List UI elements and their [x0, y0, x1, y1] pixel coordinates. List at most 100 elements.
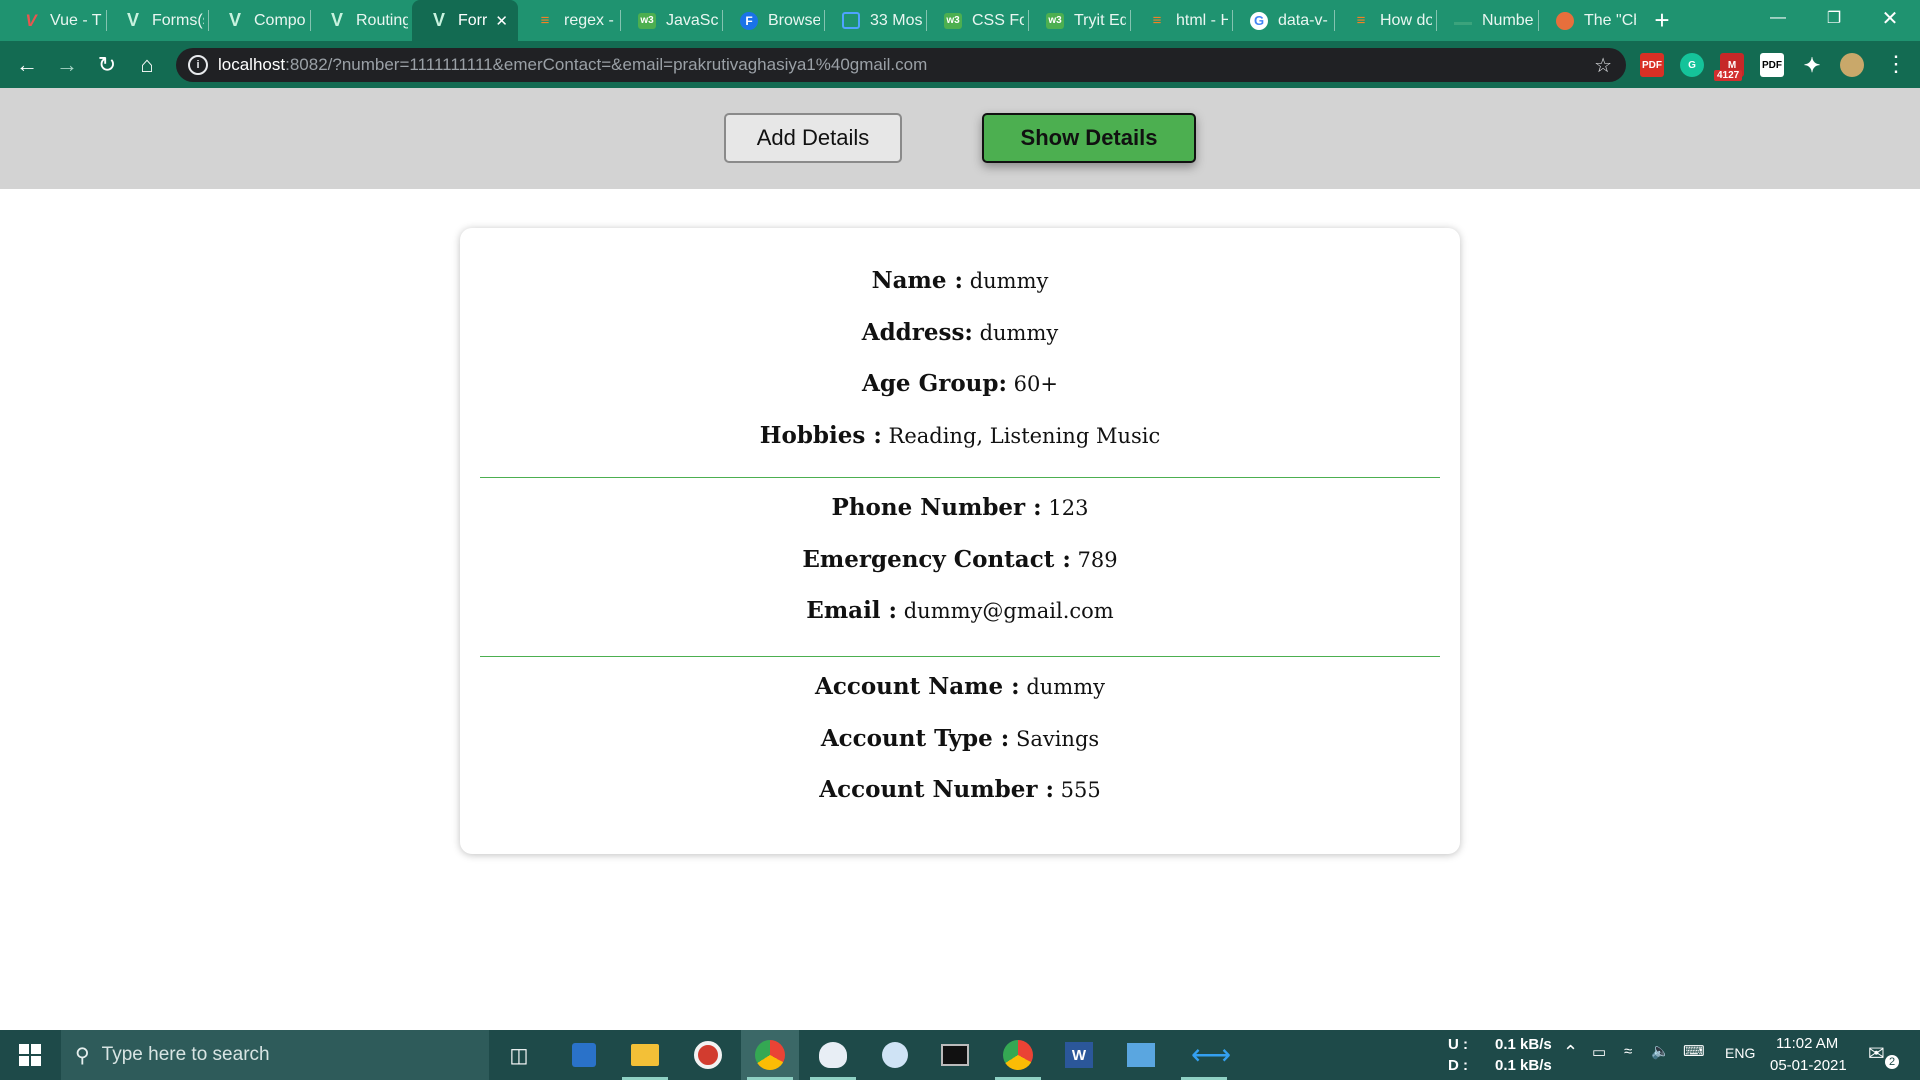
browser-menu-icon[interactable]: ⋮: [1885, 51, 1907, 77]
browser-tab[interactable]: V Vue - Tl: [4, 0, 106, 41]
detail-value: 60+: [1013, 372, 1058, 396]
grammarly-icon[interactable]: G: [1680, 53, 1704, 77]
terminal-icon[interactable]: [926, 1030, 984, 1080]
browser-tab[interactable]: w3 CSS For: [926, 0, 1028, 41]
search-icon: ⚲: [75, 1044, 90, 1067]
chrome-taskbar-icon[interactable]: [741, 1030, 799, 1080]
show-details-button[interactable]: Show Details: [982, 113, 1196, 163]
media-player-icon[interactable]: [679, 1030, 737, 1080]
google-icon: G: [1250, 11, 1268, 30]
detail-value: 789: [1077, 547, 1118, 572]
f-icon: F: [740, 11, 758, 30]
detail-label: Emergency Contact :: [802, 545, 1071, 573]
restore-button[interactable]: ❐: [1806, 0, 1862, 36]
net-down-value: 0.1 kB/s: [1495, 1057, 1552, 1074]
add-details-button[interactable]: Add Details: [724, 113, 902, 163]
tab-title: How do: [1380, 11, 1432, 29]
file-explorer-icon[interactable]: [616, 1030, 674, 1080]
stackoverflow-icon: ≡: [1356, 12, 1366, 29]
detail-value: dummy: [969, 269, 1049, 293]
browser-tab[interactable]: V Routing: [310, 0, 412, 41]
tab-title: Forr: [458, 11, 488, 29]
language-indicator[interactable]: ENG: [1725, 1045, 1755, 1061]
chrome-profile-taskbar-icon[interactable]: [989, 1030, 1047, 1080]
tab-title: regex -: [564, 11, 614, 29]
bookmark-star-icon[interactable]: ☆: [1594, 53, 1612, 78]
word-icon[interactable]: W: [1050, 1030, 1108, 1080]
pdf-tool-icon[interactable]: PDF: [1760, 53, 1784, 77]
tab-title: JavaScri: [666, 11, 718, 29]
tab-title: CSS For: [972, 11, 1024, 29]
notification-icon[interactable]: ✉: [1868, 1041, 1885, 1066]
clock-time[interactable]: 11:02 AM: [1776, 1035, 1838, 1052]
profile-avatar[interactable]: [1840, 53, 1864, 77]
detail-row: Account Number : 555: [480, 775, 1440, 805]
new-tab-button[interactable]: +: [1640, 0, 1684, 41]
vscode-icon[interactable]: ⟷: [1175, 1030, 1233, 1080]
address-bar[interactable]: i localhost:8082/?number=1111111111&emer…: [176, 48, 1626, 82]
detail-value: Reading, Listening Music: [888, 423, 1161, 448]
tab-title: Forms(s: [152, 11, 204, 29]
net-down-label: D :: [1448, 1057, 1468, 1074]
browser-tab[interactable]: w3 JavaScri: [620, 0, 722, 41]
browser-tab[interactable]: w3 Tryit Ed: [1028, 0, 1130, 41]
tab-title: html - H: [1176, 11, 1228, 29]
vue-icon: V: [228, 10, 241, 30]
detail-row: Hobbies : Reading, Listening Music: [480, 421, 1440, 451]
site-info-icon[interactable]: i: [188, 55, 208, 75]
task-view-icon[interactable]: ◫: [490, 1030, 548, 1080]
browser-tab[interactable]: ≡ regex -: [518, 0, 620, 41]
tab-list: V Vue - Tl V Forms(s V Compo V Routing V Forr ✕ ≡ re…: [4, 0, 1640, 41]
keyboard-icon[interactable]: ⌨: [1683, 1042, 1705, 1060]
browser-tab[interactable]: 33 Mos: [824, 0, 926, 41]
volume-icon[interactable]: 🔈: [1651, 1042, 1670, 1060]
tab-title: Compo: [254, 11, 306, 29]
extensions-puzzle-icon[interactable]: ✦: [1800, 53, 1824, 77]
browser-tab[interactable]: F Browse: [722, 0, 824, 41]
home-icon[interactable]: ⌂: [127, 45, 167, 85]
detail-label: Name :: [871, 267, 964, 294]
control-panel-icon[interactable]: [1112, 1030, 1170, 1080]
browser-tab-strip: V Vue - Tl V Forms(s V Compo V Routing V Forr ✕ ≡ re…: [0, 0, 1920, 41]
reload-icon[interactable]: ↻: [87, 45, 127, 85]
browser-tab[interactable]: ≡ How do: [1334, 0, 1436, 41]
browser-tab[interactable]: Numbe: [1436, 0, 1538, 41]
remote-desktop-icon[interactable]: [555, 1030, 613, 1080]
browser-toolbar: ← → ↻ ⌂ i localhost:8082/?number=1111111…: [0, 41, 1920, 88]
windows-taskbar: ⚲ Type here to search ◫ W ⟷ U : 0.1 kB/s…: [0, 1030, 1920, 1080]
tab-title: Routing: [356, 11, 408, 29]
forward-icon[interactable]: →: [47, 45, 87, 85]
detail-label: Account Number :: [819, 776, 1054, 803]
browser-tab[interactable]: V Forms(s: [106, 0, 208, 41]
browser-tab[interactable]: V Forr ✕: [412, 0, 518, 41]
pdf-extension-icon[interactable]: PDF: [1640, 53, 1664, 77]
wifi-icon[interactable]: ≈: [1624, 1043, 1632, 1060]
detail-value: dummy: [979, 320, 1059, 345]
tab-title: Vue - Tl: [50, 11, 102, 29]
detail-label: Email :: [806, 597, 898, 624]
taskbar-search-box[interactable]: ⚲ Type here to search: [61, 1030, 489, 1080]
paint-icon[interactable]: [804, 1030, 862, 1080]
browser-tab[interactable]: ≡ html - H: [1130, 0, 1232, 41]
clock-date[interactable]: 05-01-2021: [1770, 1057, 1847, 1074]
paint-3d-icon[interactable]: [866, 1030, 924, 1080]
tray-chevron-icon[interactable]: ⌃: [1563, 1042, 1578, 1063]
detail-row: Phone Number : 123: [480, 493, 1440, 523]
stackoverflow-icon: ≡: [540, 12, 550, 29]
notification-count: 2: [1885, 1055, 1899, 1069]
browser-tab[interactable]: The "Ch: [1538, 0, 1640, 41]
w3schools-icon: w3: [638, 12, 656, 29]
minimize-button[interactable]: —: [1750, 0, 1806, 36]
close-tab-icon[interactable]: ✕: [495, 12, 508, 30]
tab-title: The "Ch: [1584, 11, 1636, 29]
detail-row: Address: dummy: [480, 318, 1440, 348]
windows-start-icon[interactable]: [0, 1030, 60, 1080]
back-icon[interactable]: ←: [7, 45, 47, 85]
battery-icon[interactable]: ▭: [1592, 1043, 1606, 1061]
net-up-label: U :: [1448, 1036, 1468, 1053]
close-window-button[interactable]: ✕: [1862, 0, 1918, 36]
browser-tab[interactable]: V Compo: [208, 0, 310, 41]
browser-tab[interactable]: Gdata-v-: [1232, 0, 1334, 41]
details-card: Name : dummy Address: dummy Age Group: 60+…: [460, 228, 1460, 854]
url-path: :8082/?number=1111111111&emerContact=&em…: [285, 55, 928, 74]
